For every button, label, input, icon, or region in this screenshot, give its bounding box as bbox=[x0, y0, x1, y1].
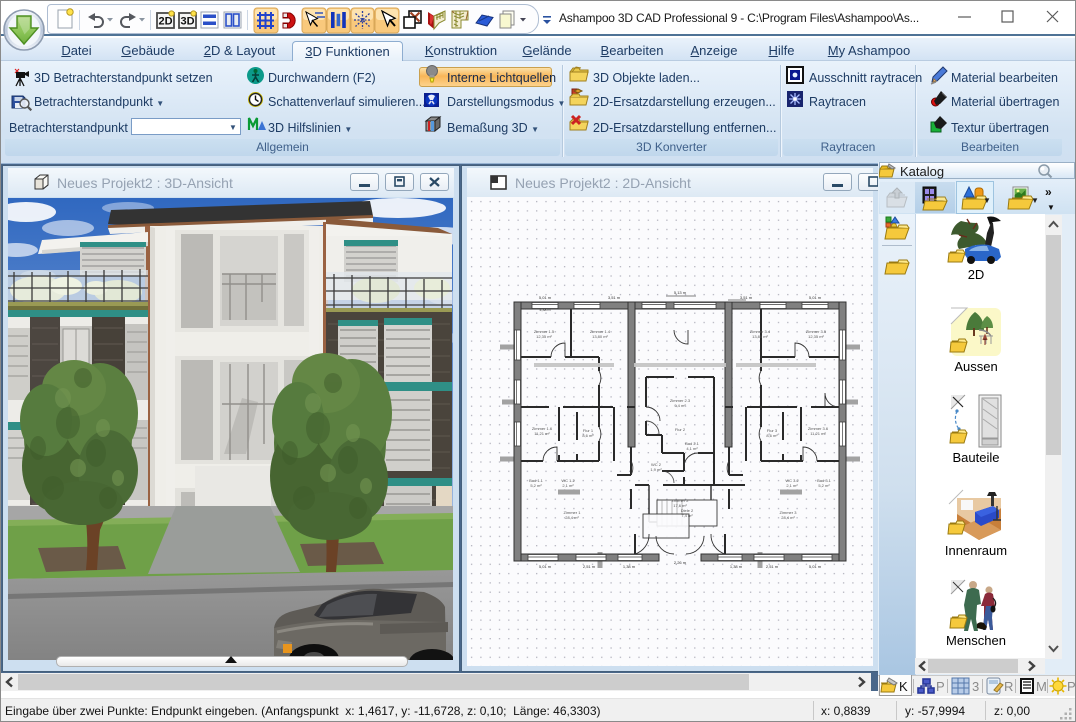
svg-text:28,4 m²: 28,4 m² bbox=[781, 515, 795, 520]
svg-text:12,35 m²: 12,35 m² bbox=[536, 334, 552, 339]
svg-text:5,13 m: 5,13 m bbox=[674, 290, 687, 295]
svg-text:1,38 m: 1,38 m bbox=[730, 564, 743, 569]
svg-text:8,6 m²: 8,6 m² bbox=[582, 433, 594, 438]
svg-text:12,35 m²: 12,35 m² bbox=[808, 334, 824, 339]
svg-text:2,26 m: 2,26 m bbox=[674, 560, 687, 565]
svg-text:5,2 m²: 5,2 m² bbox=[530, 483, 542, 488]
svg-text:3,51 m: 3,51 m bbox=[740, 295, 753, 300]
svg-text:4,1 m²: 4,1 m² bbox=[686, 446, 698, 451]
svg-text:P: P bbox=[936, 679, 945, 694]
svg-text:28,4 m²: 28,4 m² bbox=[565, 515, 579, 520]
svg-text:M: M bbox=[1036, 679, 1047, 694]
svg-text:2,51 m: 2,51 m bbox=[583, 564, 596, 569]
svg-text:13,80 m²: 13,80 m² bbox=[592, 334, 608, 339]
svg-text:3D: 3D bbox=[180, 16, 194, 28]
svg-text:3: 3 bbox=[972, 679, 979, 694]
svg-text:5,01 m: 5,01 m bbox=[539, 295, 552, 300]
svg-text:2,1 m²: 2,1 m² bbox=[786, 483, 798, 488]
svg-text:2,1 m²: 2,1 m² bbox=[562, 483, 574, 488]
svg-text:5,01 m: 5,01 m bbox=[809, 564, 822, 569]
svg-text:R: R bbox=[1004, 679, 1013, 694]
svg-text:11,21 m²: 11,21 m² bbox=[534, 431, 550, 436]
svg-text:8,6 m²: 8,6 m² bbox=[766, 433, 778, 438]
svg-text:P: P bbox=[1067, 679, 1076, 694]
svg-text:13,80 m²: 13,80 m² bbox=[752, 334, 768, 339]
svg-text:2D: 2D bbox=[158, 16, 172, 28]
svg-text:2,51 m: 2,51 m bbox=[766, 564, 779, 569]
svg-text:K: K bbox=[899, 679, 908, 694]
svg-text:4,38 m: 4,38 m bbox=[540, 308, 551, 312]
svg-text:17,6 m²: 17,6 m² bbox=[673, 503, 687, 508]
svg-text:5,2 m²: 5,2 m² bbox=[818, 483, 830, 488]
svg-text:5,01 m: 5,01 m bbox=[809, 295, 822, 300]
svg-text:1,9 m²: 1,9 m² bbox=[650, 467, 662, 472]
svg-text:Flur 2: Flur 2 bbox=[675, 427, 686, 432]
svg-text:11,21 m²: 11,21 m² bbox=[810, 431, 826, 436]
svg-text:1,38 m: 1,38 m bbox=[623, 564, 636, 569]
svg-text:3,51 m: 3,51 m bbox=[608, 295, 621, 300]
svg-text:5,01 m: 5,01 m bbox=[539, 564, 552, 569]
svg-text:9,4 m²: 9,4 m² bbox=[674, 403, 686, 408]
